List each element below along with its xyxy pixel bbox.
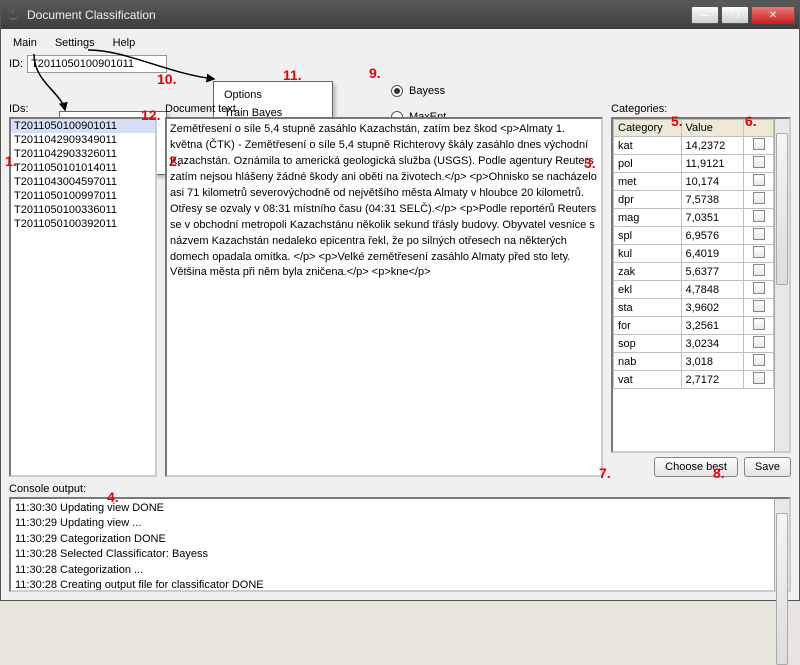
list-item[interactable]: T2011050101014011 [11, 161, 155, 175]
checkbox[interactable] [753, 372, 765, 384]
id-field[interactable] [27, 55, 167, 73]
menu-settings[interactable]: Settings [51, 35, 99, 51]
checkbox[interactable] [753, 300, 765, 312]
table-row[interactable]: vat2,7172 [614, 371, 774, 389]
list-item[interactable]: T2011050100392011 [11, 217, 155, 231]
list-item[interactable]: T2011050100997011 [11, 189, 155, 203]
main-area: IDs: T2011050100901011T2011042909349011T… [9, 103, 791, 477]
ids-list[interactable]: T2011050100901011T2011042909349011T20110… [9, 117, 157, 477]
id-label: ID: [9, 58, 23, 70]
app-window: Document Classification — ❐ ✕ Main Setti… [0, 0, 800, 601]
menu-help[interactable]: Help [109, 35, 140, 51]
titlebar[interactable]: Document Classification — ❐ ✕ [1, 1, 799, 29]
checkbox[interactable] [753, 228, 765, 240]
console-line: 11:30:30 Updating view DONE [15, 501, 770, 516]
checkbox[interactable] [753, 174, 765, 186]
radio-bayess[interactable] [391, 85, 403, 97]
console-line: 11:30:28 Categorization ... [15, 563, 770, 578]
table-row[interactable]: kul6,4019 [614, 245, 774, 263]
col-value[interactable]: Value [681, 120, 744, 137]
console-line: 11:30:29 Updating view ... [15, 516, 770, 531]
console-line: 11:30:28 Creating output file for classi… [15, 578, 770, 590]
table-row[interactable]: dpr7,5738 [614, 191, 774, 209]
table-row[interactable]: pol11,9121 [614, 155, 774, 173]
checkbox[interactable] [753, 318, 765, 330]
col-check[interactable] [744, 120, 774, 137]
table-row[interactable]: sta3,9602 [614, 299, 774, 317]
table-row[interactable]: mag7,0351 [614, 209, 774, 227]
checkbox[interactable] [753, 210, 765, 222]
close-button[interactable]: ✕ [751, 6, 795, 24]
checkbox[interactable] [753, 354, 765, 366]
categories-label: Categories: [611, 103, 791, 115]
table-row[interactable]: met10,174 [614, 173, 774, 191]
table-row[interactable]: kat14,2372 [614, 137, 774, 155]
list-item[interactable]: T2011043004597011 [11, 175, 155, 189]
doc-textarea[interactable]: Zemětřesení o síle 5,4 stupně zasáhlo Ka… [165, 117, 603, 477]
ids-label: IDs: [9, 103, 157, 115]
window-title: Document Classification [27, 8, 691, 22]
checkbox[interactable] [753, 264, 765, 276]
menu-options[interactable]: Options [214, 86, 332, 104]
table-row[interactable]: nab3,018 [614, 353, 774, 371]
table-row[interactable]: ekl4,7848 [614, 281, 774, 299]
console-label: Console output: [9, 483, 791, 495]
content-area: Main Settings Help ID: Load xml Load res… [1, 29, 799, 600]
table-row[interactable]: zak5,6377 [614, 263, 774, 281]
minimize-button[interactable]: — [691, 6, 719, 24]
console-scrollbar[interactable] [774, 499, 789, 590]
radio-bayess-label: Bayess [409, 85, 445, 97]
list-item[interactable]: T2011042903326011 [11, 147, 155, 161]
java-icon [5, 7, 21, 23]
console-line: 11:30:29 Categorization DONE [15, 532, 770, 547]
menu-main[interactable]: Main [9, 35, 41, 51]
list-item[interactable]: T2011042909349011 [11, 133, 155, 147]
checkbox[interactable] [753, 282, 765, 294]
save-button[interactable]: Save [744, 457, 791, 477]
list-item[interactable]: T2011050100336011 [11, 203, 155, 217]
console-box: 11:30:30 Updating view DONE11:30:29 Upda… [9, 497, 791, 592]
categories-table[interactable]: Category Value kat14,2372pol11,9121met10… [613, 119, 774, 389]
checkbox[interactable] [753, 156, 765, 168]
menubar: Main Settings Help [9, 33, 791, 53]
table-row[interactable]: sop3,0234 [614, 335, 774, 353]
doc-label: Document text [165, 103, 603, 115]
list-item[interactable]: T2011050100901011 [11, 119, 155, 133]
id-row: ID: [9, 55, 791, 73]
choose-best-button[interactable]: Choose best [654, 457, 738, 477]
checkbox[interactable] [753, 192, 765, 204]
console-output[interactable]: 11:30:30 Updating view DONE11:30:29 Upda… [11, 499, 774, 590]
checkbox[interactable] [753, 246, 765, 258]
console-line: 11:30:28 Selected Classificator: Bayess [15, 547, 770, 562]
col-category[interactable]: Category [614, 120, 682, 137]
annot-10: 10. [157, 71, 176, 87]
table-row[interactable]: for3,2561 [614, 317, 774, 335]
table-row[interactable]: spl6,9576 [614, 227, 774, 245]
checkbox[interactable] [753, 138, 765, 150]
categories-scrollbar[interactable] [774, 119, 789, 451]
checkbox[interactable] [753, 336, 765, 348]
maximize-button[interactable]: ❐ [721, 6, 749, 24]
